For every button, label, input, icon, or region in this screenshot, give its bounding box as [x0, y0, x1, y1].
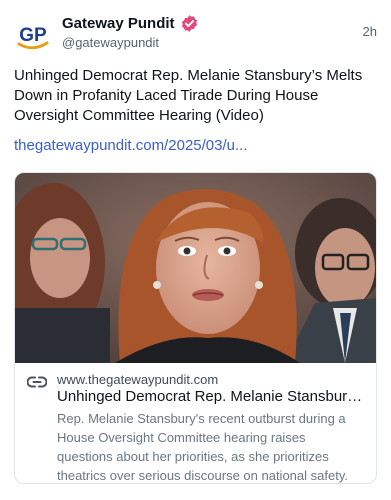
- post-text: Unhinged Democrat Rep. Melanie Stansbury…: [14, 67, 363, 124]
- gateway-pundit-logo: GP: [17, 25, 49, 50]
- link-preview-card[interactable]: www.thegatewaypundit.com Unhinged Democr…: [14, 172, 377, 484]
- author-handle[interactable]: @gatewaypundit: [62, 35, 159, 50]
- link-card-domain[interactable]: www.thegatewaypundit.com: [57, 372, 218, 387]
- link-card-title[interactable]: Unhinged Democrat Rep. Melanie Stansbury…: [57, 388, 367, 405]
- link-card-image[interactable]: [15, 173, 376, 363]
- avatar[interactable]: GP: [14, 16, 52, 54]
- post-timestamp[interactable]: 2h: [363, 24, 377, 39]
- link-icon: [27, 376, 47, 388]
- post-link[interactable]: thegatewaypundit.com/2025/03/u...: [14, 137, 248, 154]
- link-card-description: Rep. Melanie Stansbury's recent outburst…: [57, 411, 348, 483]
- logo-text: GP: [19, 25, 47, 46]
- hearing-photo: [15, 173, 376, 363]
- author-name-row: Gateway Pundit: [62, 14, 199, 33]
- verified-check-icon: [181, 15, 197, 32]
- author-display-name[interactable]: Gateway Pundit: [62, 15, 175, 32]
- link-card-footer[interactable]: www.thegatewaypundit.com Unhinged Democr…: [15, 363, 376, 483]
